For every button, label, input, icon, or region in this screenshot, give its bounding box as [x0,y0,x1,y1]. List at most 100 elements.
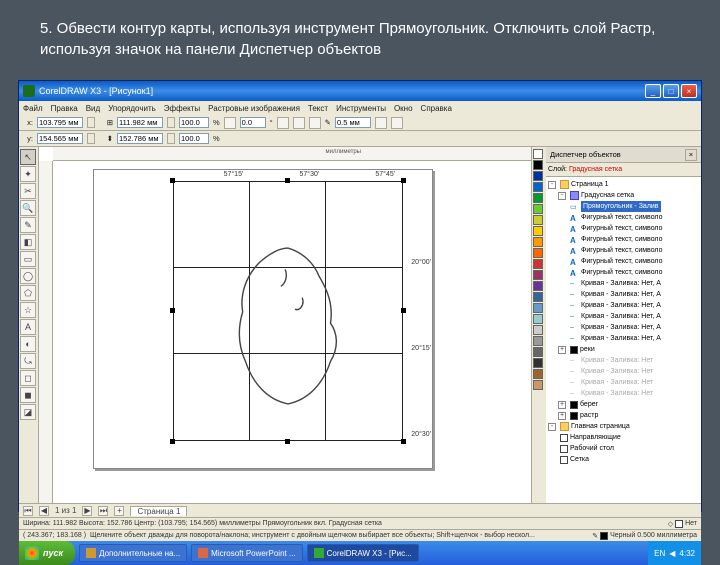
color-swatch[interactable] [533,303,543,313]
color-swatch[interactable] [533,336,543,346]
tree-row[interactable]: AФигурный текст, символо [546,245,701,256]
tree-row[interactable]: ~Кривая - Заливка: Нет [546,366,701,377]
color-swatch[interactable] [533,160,543,170]
tree-row[interactable]: AФигурный текст, символо [546,267,701,278]
tree-row[interactable]: ~Кривая - Заливка: Нет, А [546,278,701,289]
tree-row[interactable]: AФигурный текст, символо [546,256,701,267]
tab-add[interactable]: + [114,506,124,516]
freehand-tool[interactable]: ✎ [20,217,36,233]
tree-row[interactable]: -Страница 1 [546,179,701,190]
tree-row[interactable]: AФигурный текст, символо [546,234,701,245]
blend-tool[interactable]: ◐ [20,336,36,352]
w-input[interactable] [117,117,163,128]
outline-tool[interactable]: ◻ [20,370,36,386]
start-button[interactable]: пуск [19,541,75,565]
canvas-area[interactable]: миллиметры [39,147,531,503]
color-swatch[interactable] [533,281,543,291]
color-swatch[interactable] [533,193,543,203]
tree-row[interactable]: ▭Прямоугольник - Залив [546,201,701,212]
tree-row[interactable]: ~Кривая - Заливка: Нет, А [546,322,701,333]
tree-row[interactable]: +реки [546,344,701,355]
tab-nav-next[interactable]: ▶ [82,506,92,516]
interactive-fill-tool[interactable]: ◪ [20,404,36,420]
y-input[interactable] [37,133,83,144]
color-swatch[interactable] [533,270,543,280]
tree-row[interactable]: ~Кривая - Заливка: Нет [546,377,701,388]
mirror-v-icon[interactable] [293,117,305,129]
color-swatch[interactable] [533,369,543,379]
tree-row[interactable]: -Главная страница [546,421,701,432]
color-swatch[interactable] [533,204,543,214]
lock-icon[interactable] [224,117,236,129]
color-swatch[interactable] [533,325,543,335]
rectangle-tool[interactable]: ▭ [20,251,36,267]
tree-row[interactable]: +берег [546,399,701,410]
object-tree[interactable]: -Страница 1-Градусная сетка▭Прямоугольни… [546,177,701,503]
tree-row[interactable]: ~Кривая - Заливка: Нет, А [546,300,701,311]
menu-bitmaps[interactable]: Растровые изображения [208,104,300,113]
menu-effects[interactable]: Эффекты [164,104,200,113]
menu-window[interactable]: Окно [394,104,413,113]
sy-input[interactable] [179,133,209,144]
pick-tool[interactable]: ↖ [20,149,36,165]
smartfill-tool[interactable]: ◧ [20,234,36,250]
text-tool[interactable]: A [20,319,36,335]
menu-file[interactable]: Файл [23,104,43,113]
fill-tool[interactable]: ◼ [20,387,36,403]
menu-help[interactable]: Справка [421,104,452,113]
close-button[interactable]: × [681,84,697,98]
color-swatch[interactable] [533,171,543,181]
tree-row[interactable]: Рабочий стол [546,443,701,454]
mirror-h-icon[interactable] [277,117,289,129]
color-swatch[interactable] [533,182,543,192]
tree-row[interactable]: ~Кривая - Заливка: Нет, А [546,289,701,300]
tree-row[interactable]: AФигурный текст, символо [546,212,701,223]
wrap-icon[interactable] [375,117,387,129]
tab-page1[interactable]: Страница 1 [130,506,187,516]
tree-row[interactable]: ~Кривая - Заливка: Нет, А [546,311,701,322]
color-swatch[interactable] [533,292,543,302]
corner-icon[interactable] [309,117,321,129]
tab-nav-prev[interactable]: ◀ [39,506,49,516]
outline-input[interactable] [335,117,371,128]
color-swatch[interactable] [533,149,543,159]
tree-row[interactable]: ~Кривая - Заливка: Нет, А [546,333,701,344]
color-swatch[interactable] [533,226,543,236]
tab-nav-first[interactable]: ⏮ [23,506,33,516]
menu-view[interactable]: Вид [86,104,100,113]
menu-text[interactable]: Текст [308,104,328,113]
color-swatch[interactable] [533,248,543,258]
menu-tools[interactable]: Инструменты [336,104,386,113]
lang-indicator[interactable]: EN [654,549,665,558]
minimize-button[interactable]: _ [645,84,661,98]
maximize-button[interactable]: □ [663,84,679,98]
polygon-tool[interactable]: ⬠ [20,285,36,301]
ellipse-tool[interactable]: ◯ [20,268,36,284]
tree-row[interactable]: ~Кривая - Заливка: Нет [546,355,701,366]
rot-input[interactable] [240,117,266,128]
tree-row[interactable]: +растр [546,410,701,421]
tab-nav-last[interactable]: ⏭ [98,506,108,516]
task-2[interactable]: Microsoft PowerPoint ... [191,544,302,562]
color-swatch[interactable] [533,237,543,247]
h-input[interactable] [117,133,163,144]
tray-icon[interactable]: ◀ [669,549,675,558]
color-swatch[interactable] [533,380,543,390]
task-3[interactable]: CorelDRAW X3 - [Рис... [307,544,419,562]
eyedropper-tool[interactable]: ⤿ [20,353,36,369]
panel-close-icon[interactable]: × [685,149,697,161]
sx-input[interactable] [179,117,209,128]
x-input[interactable] [37,117,83,128]
crop-tool[interactable]: ✂ [20,183,36,199]
color-swatch[interactable] [533,347,543,357]
selection-bbox[interactable]: 57°15' 57°30' 57°45' 20°00' 20°15' 20°30… [173,181,403,441]
color-swatch[interactable] [533,314,543,324]
task-1[interactable]: Дополнительные на... [79,544,187,562]
tree-row[interactable]: Сетка [546,454,701,465]
tree-row[interactable]: AФигурный текст, символо [546,223,701,234]
shape-tool[interactable]: ✦ [20,166,36,182]
color-swatch[interactable] [533,259,543,269]
tree-row[interactable]: ~Кривая - Заливка: Нет [546,388,701,399]
tree-row[interactable]: -Градусная сетка [546,190,701,201]
menu-edit[interactable]: Правка [51,104,78,113]
